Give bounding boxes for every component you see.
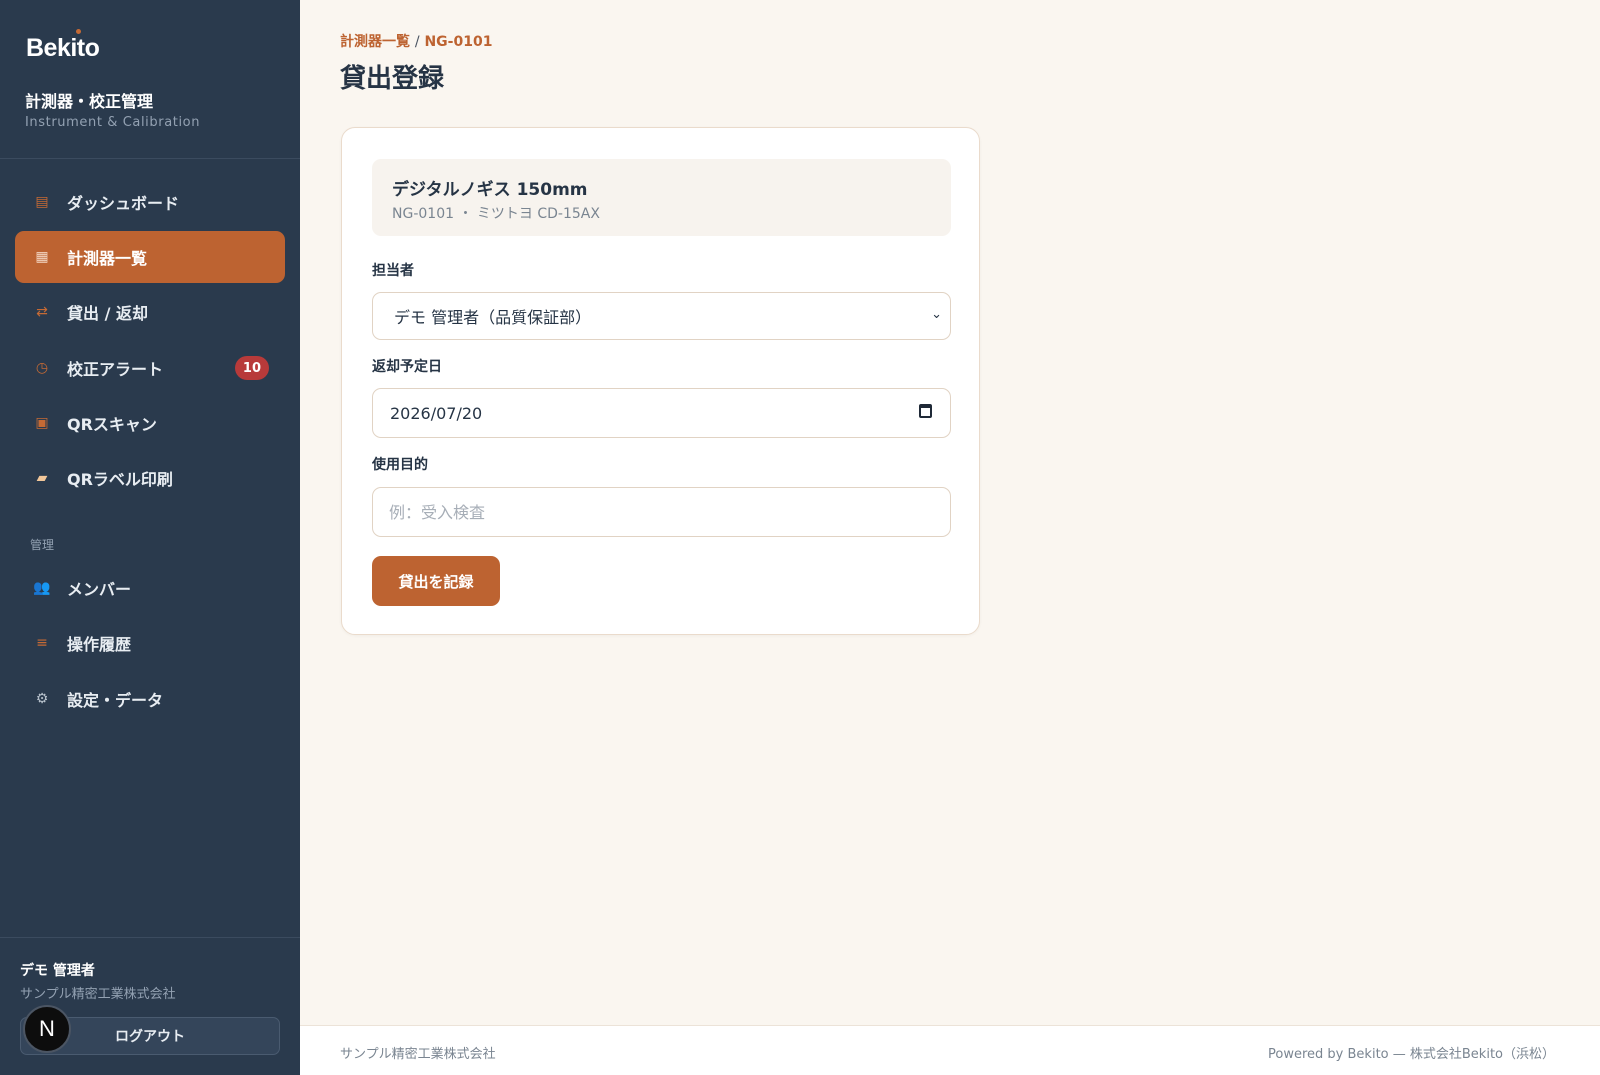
sidebar-item-label: 校正アラート	[67, 360, 164, 379]
sidebar-item-dashboard[interactable]: ▤ ダッシュボード	[15, 176, 285, 228]
sidebar-item-calibration-alerts[interactable]: ◷ 校正アラート 10	[15, 342, 285, 394]
assignee-label: 担当者	[372, 263, 414, 279]
footer-company: サンプル精密工業株式会社	[340, 1047, 496, 1062]
breadcrumb-current: NG-0101	[424, 34, 493, 50]
qr-scan-icon: ▣	[35, 415, 49, 431]
gear-icon: ⚙	[35, 691, 49, 707]
brand-logo[interactable]: Bekito	[26, 34, 100, 63]
user-name: デモ 管理者	[20, 963, 95, 979]
instrument-name: デジタルノギス 150mm	[392, 180, 588, 200]
record-checkout-button[interactable]: 貸出を記録	[372, 556, 500, 606]
sidebar-item-label: ダッシュボード	[67, 194, 180, 213]
assignee-value: デモ 管理者（品質保証部）	[394, 308, 592, 327]
app-subtitle: Instrument & Calibration	[25, 115, 201, 130]
app-title: 計測器・校正管理	[25, 92, 154, 111]
user-org: サンプル精密工業株式会社	[20, 987, 176, 1002]
due-date-input[interactable]: 2026/07/20	[372, 388, 951, 438]
assignee-select[interactable]: デモ 管理者（品質保証部） ⌄	[372, 292, 951, 340]
breadcrumb-separator: /	[414, 34, 420, 50]
purpose-input[interactable]	[372, 487, 951, 537]
avatar[interactable]: N	[23, 1005, 71, 1053]
brand-logo-dot	[76, 29, 81, 34]
label-tag-icon: ▰	[36, 470, 48, 486]
list-icon: ≡	[36, 635, 48, 651]
footer: サンプル精密工業株式会社 Powered by Bekito — 株式会社Bek…	[300, 1025, 1600, 1075]
due-date-value: 2026/07/20	[390, 403, 483, 423]
clock-icon: ◷	[35, 360, 49, 376]
sidebar-item-label: 計測器一覧	[67, 249, 148, 268]
calendar-icon[interactable]	[919, 404, 932, 418]
breadcrumb-parent-link[interactable]: 計測器一覧	[340, 34, 410, 50]
sidebar-item-qr-label-print[interactable]: ▰ QRラベル印刷	[15, 452, 285, 504]
purpose-label: 使用目的	[372, 457, 428, 473]
sidebar-item-label: QRスキャン	[67, 415, 157, 434]
page-title: 貸出登録	[340, 64, 445, 94]
sidebar-divider	[0, 158, 300, 159]
alert-count-badge: 10	[234, 356, 269, 380]
sidebar-item-settings[interactable]: ⚙ 設定・データ	[15, 673, 285, 725]
sidebar-section-admin: 管理	[30, 538, 55, 552]
sidebar-item-label: メンバー	[67, 580, 132, 599]
sidebar-item-label: QRラベル印刷	[67, 470, 173, 489]
instrument-meta: NG-0101 ・ ミツトヨ CD-15AX	[392, 206, 600, 222]
sidebar-item-members[interactable]: 👥 メンバー	[15, 562, 285, 614]
breadcrumb: 計測器一覧 / NG-0101	[340, 31, 492, 51]
due-date-label: 返却予定日	[372, 359, 442, 375]
grid-icon: ▦	[35, 249, 49, 265]
sidebar-item-instruments[interactable]: ▦ 計測器一覧	[15, 231, 285, 283]
checkout-form-card: デジタルノギス 150mm NG-0101 ・ ミツトヨ CD-15AX 担当者…	[341, 127, 980, 635]
members-icon: 👥	[33, 580, 51, 596]
sidebar-divider	[0, 937, 300, 938]
chevron-down-icon: ⌄	[931, 307, 942, 322]
sidebar: Bekito 計測器・校正管理 Instrument & Calibration…	[0, 0, 300, 1075]
sidebar-item-qr-scan[interactable]: ▣ QRスキャン	[15, 397, 285, 449]
footer-powered-by: Powered by Bekito — 株式会社Bekito（浜松）	[1268, 1047, 1555, 1062]
sidebar-item-history[interactable]: ≡ 操作履歴	[15, 617, 285, 669]
instrument-summary: デジタルノギス 150mm NG-0101 ・ ミツトヨ CD-15AX	[372, 159, 951, 236]
sidebar-item-label: 操作履歴	[67, 635, 132, 654]
dashboard-icon: ▤	[35, 194, 49, 210]
sidebar-item-label: 設定・データ	[67, 691, 164, 710]
sidebar-item-checkout[interactable]: ⇄ 貸出 / 返却	[15, 286, 285, 338]
sidebar-item-label: 貸出 / 返却	[67, 304, 148, 323]
swap-arrows-icon: ⇄	[36, 304, 48, 320]
